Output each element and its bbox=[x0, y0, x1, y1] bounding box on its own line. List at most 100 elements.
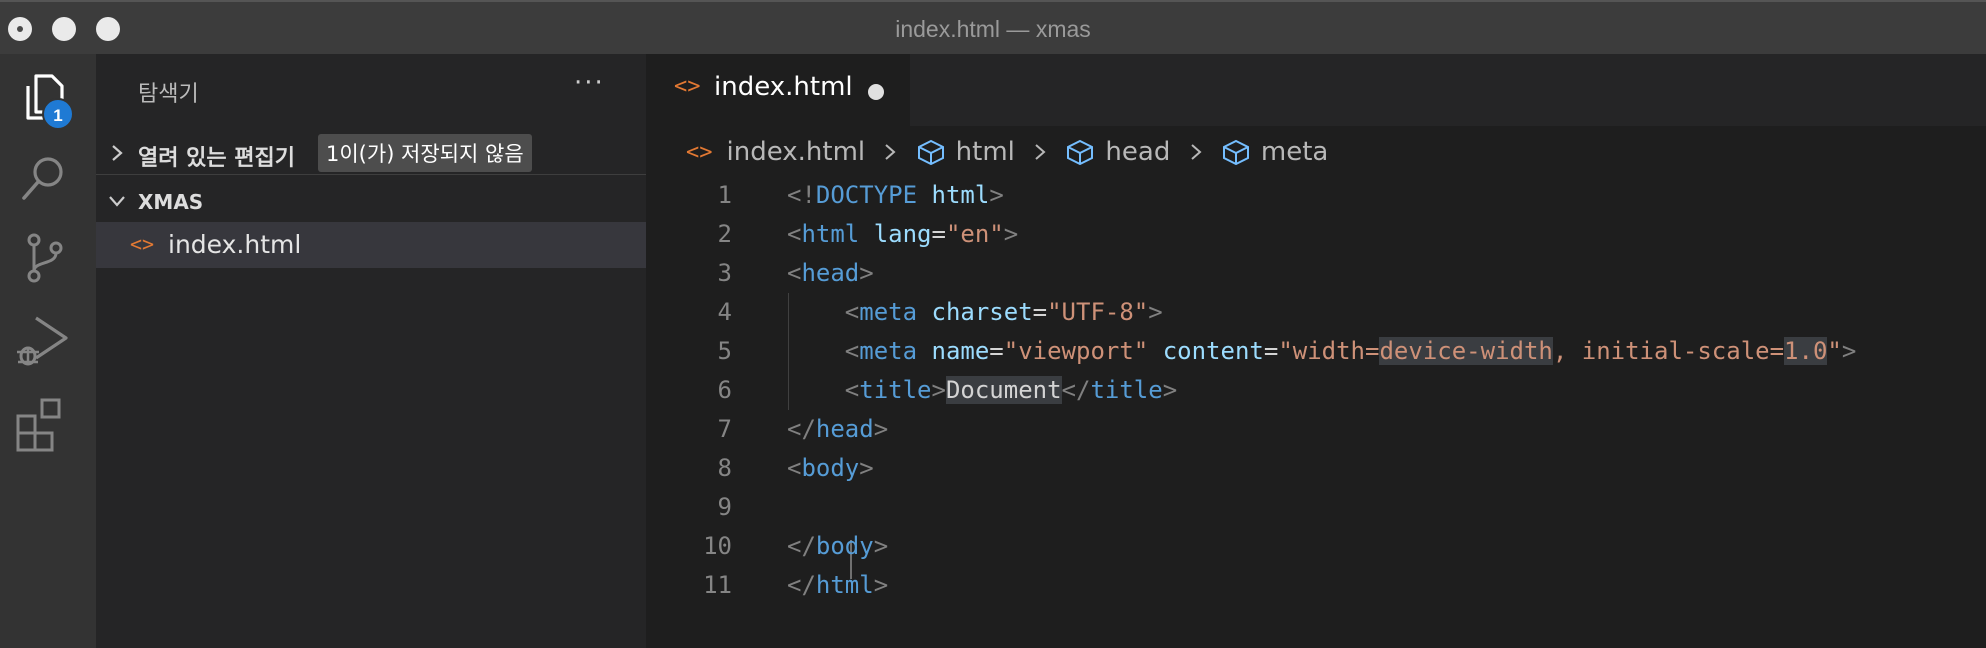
code-token: meta bbox=[859, 337, 918, 365]
activity-bar: 1 bbox=[0, 54, 96, 648]
code-token: > bbox=[1162, 376, 1178, 404]
line-number: 9 bbox=[717, 493, 732, 521]
line-content: </body> bbox=[787, 527, 888, 566]
file-item-index-html[interactable]: <> index.html bbox=[96, 222, 646, 268]
line-content: <!DOCTYPE html> bbox=[787, 176, 1004, 215]
chevron-right-icon bbox=[1190, 143, 1202, 160]
code-line[interactable]: 7 </head> bbox=[646, 410, 1986, 449]
line-content: <body> bbox=[787, 449, 874, 488]
code-token: = bbox=[931, 220, 946, 248]
search-button[interactable] bbox=[14, 148, 74, 208]
line-number: 10 bbox=[703, 532, 732, 560]
code-token: 1.0 bbox=[1784, 337, 1828, 365]
code-token: < bbox=[787, 454, 802, 482]
code-token: title bbox=[859, 376, 932, 404]
tab-index-html[interactable]: <> index.html bbox=[646, 54, 910, 126]
window-title: index.html — xmas bbox=[895, 16, 1091, 42]
code-token: <! bbox=[787, 181, 816, 209]
line-content: <html lang="en"> bbox=[787, 215, 1018, 254]
code-token: > bbox=[1148, 298, 1163, 326]
line-number: 2 bbox=[717, 220, 732, 248]
code-token: < bbox=[787, 220, 802, 248]
line-number: 5 bbox=[717, 337, 732, 365]
line-number: 3 bbox=[717, 259, 732, 287]
code-token: , initial-scale= bbox=[1552, 337, 1785, 365]
code-token: title bbox=[1090, 376, 1163, 404]
line-number: 4 bbox=[717, 298, 732, 326]
more-actions-button[interactable]: ··· bbox=[574, 68, 605, 98]
code-token: > bbox=[989, 181, 1004, 209]
folder-label: XMAS bbox=[138, 190, 204, 214]
line-number: 6 bbox=[717, 376, 732, 404]
code-token: = bbox=[1032, 298, 1048, 326]
explorer-button[interactable]: 1 bbox=[14, 68, 74, 130]
cube-icon bbox=[917, 139, 944, 165]
code-token: html bbox=[931, 181, 990, 209]
line-number: 7 bbox=[717, 415, 732, 443]
tab-bar: <> index.html bbox=[646, 54, 1986, 126]
html-file-icon: <> bbox=[130, 232, 155, 256]
cube-icon bbox=[1222, 139, 1249, 165]
sidebar-title: 탐색기 bbox=[138, 82, 199, 107]
code-line[interactable]: 4 <meta charset="UTF-8"> bbox=[646, 293, 1986, 332]
title-bar: index.html — xmas bbox=[0, 0, 1986, 54]
code-token: Document bbox=[945, 376, 1062, 404]
source-control-button[interactable] bbox=[14, 228, 74, 288]
code-token: html bbox=[801, 220, 860, 248]
code-line[interactable]: 3 <head> bbox=[646, 254, 1986, 293]
unsaved-dot-icon[interactable] bbox=[868, 84, 884, 100]
code-token: head bbox=[801, 259, 860, 287]
code-line[interactable]: 2 <html lang="en"> bbox=[646, 215, 1986, 254]
html-file-icon: <> bbox=[686, 139, 713, 165]
code-token: < bbox=[844, 337, 860, 365]
unsaved-count-badge: 1이(가) 저장되지 않음 bbox=[318, 134, 532, 172]
open-editors-label: 열려 있는 편집기 bbox=[138, 146, 295, 171]
search-icon bbox=[22, 157, 63, 200]
folder-section-xmas[interactable]: XMAS bbox=[96, 180, 646, 226]
code-token: " bbox=[1827, 337, 1842, 365]
code-token: < bbox=[787, 259, 802, 287]
code-token: > bbox=[859, 454, 874, 482]
section-divider bbox=[96, 174, 646, 175]
breadcrumb-item-html[interactable]: html bbox=[916, 137, 1015, 167]
code-token: > bbox=[873, 415, 889, 443]
breadcrumb: <> index.html html head meta bbox=[686, 136, 1328, 176]
code-line[interactable]: 6 <title>Document</title> bbox=[646, 371, 1986, 410]
breadcrumb-item-file[interactable]: <> index.html bbox=[686, 137, 865, 167]
code-token: > bbox=[1003, 220, 1019, 248]
code-token: > bbox=[1841, 337, 1857, 365]
run-debug-button[interactable] bbox=[14, 310, 74, 370]
code-line[interactable]: 11 </html> bbox=[646, 566, 1986, 605]
code-token: body bbox=[801, 454, 860, 482]
code-token: > bbox=[931, 376, 946, 404]
tab-label: index.html bbox=[714, 72, 853, 102]
chevron-right-icon bbox=[885, 143, 896, 160]
chevron-down-icon bbox=[109, 196, 125, 207]
line-content: <title>Document</title> bbox=[787, 371, 1177, 410]
code-line[interactable]: 8 <body> bbox=[646, 449, 1986, 488]
source-control-icon bbox=[27, 233, 63, 283]
code-line[interactable]: 10 </body> bbox=[646, 527, 1986, 566]
code-token: body bbox=[815, 532, 874, 560]
code-token: > bbox=[873, 532, 889, 560]
explorer-sidebar: 탐색기 ··· 열려 있는 편집기 1이(가) 저장되지 않음 XMAS <> … bbox=[96, 54, 646, 648]
code-token: > bbox=[859, 259, 874, 287]
breadcrumb-item-meta[interactable]: meta bbox=[1221, 137, 1328, 167]
code-token: "UTF-8" bbox=[1047, 298, 1149, 326]
line-content: <meta name="viewport" content="width=dev… bbox=[787, 332, 1856, 371]
open-editors-section[interactable]: 열려 있는 편집기 1이(가) 저장되지 않음 bbox=[96, 132, 646, 178]
breadcrumb-item-head[interactable]: head bbox=[1065, 137, 1170, 167]
code-token: < bbox=[844, 376, 860, 404]
code-line[interactable]: 1 <!DOCTYPE html> bbox=[646, 176, 1986, 215]
extensions-button[interactable] bbox=[14, 394, 74, 454]
code-line[interactable]: 5 <meta name="viewport" content="width=d… bbox=[646, 332, 1986, 371]
code-token: > bbox=[873, 571, 889, 599]
code-token: = bbox=[989, 337, 1004, 365]
code-line[interactable]: 9 bbox=[646, 488, 1986, 527]
code-token: content bbox=[1162, 337, 1264, 365]
